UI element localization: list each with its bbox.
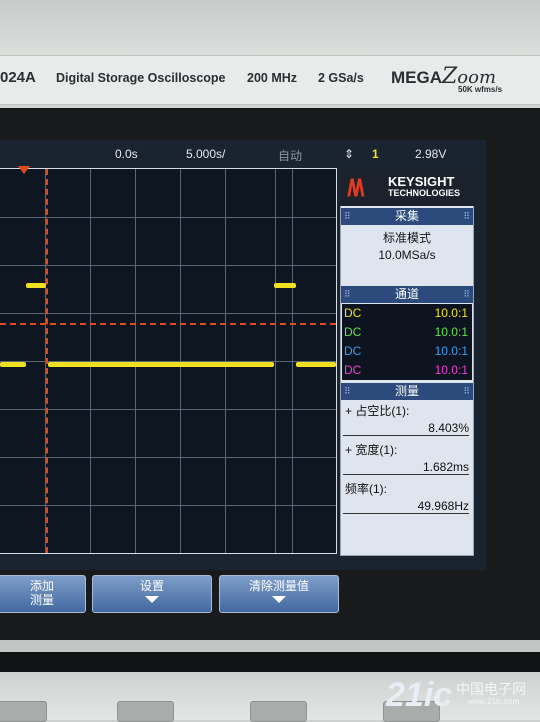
- trigger-edge-icon: ⇕: [344, 147, 355, 161]
- channel-row-1: DC 10.0:1: [342, 304, 472, 323]
- channel-coupling: DC: [344, 325, 362, 339]
- width-value: 1.682ms: [343, 460, 469, 475]
- model-number: 024A: [0, 69, 36, 86]
- clear-measurements-label: 清除测量值: [248, 579, 309, 593]
- channels-header[interactable]: ⠿ 通道 ⠿: [341, 286, 473, 303]
- mega-text: MEGA: [391, 68, 442, 87]
- trigger-level: 2.98V: [415, 147, 447, 161]
- acquire-rate: 10.0MSa/s: [378, 248, 436, 262]
- drag-handle-icon: ⠿: [344, 211, 351, 221]
- measure-header[interactable]: ⠿ 测量 ⠿: [341, 383, 473, 400]
- channel-row-4: DC 10.0:1: [342, 361, 472, 380]
- drag-handle-icon: ⠿: [344, 289, 351, 299]
- drag-handle-icon: ⠿: [463, 386, 470, 396]
- drag-handle-icon: ⠿: [463, 289, 470, 299]
- channel-coupling: DC: [344, 363, 362, 377]
- logo-keysight: KEYSIGHT: [388, 174, 455, 189]
- channel-probe-ratio: 10.0:1: [434, 344, 468, 358]
- channel-probe-ratio: 10.0:1: [434, 306, 468, 320]
- grid-line: [0, 409, 336, 410]
- instrument-description: Digital Storage Oscilloscope: [56, 71, 226, 85]
- settings-label: 设置: [139, 579, 164, 593]
- channel-row-3: DC 10.0:1: [342, 342, 472, 361]
- measure-title: 测量: [394, 384, 419, 398]
- trigger-channel: 1: [372, 147, 379, 161]
- grid-line: [0, 313, 336, 314]
- trigger-position-arrow-icon: [18, 166, 30, 174]
- channel-coupling: DC: [344, 306, 362, 320]
- duty-cycle-value: 8.403%: [343, 421, 469, 436]
- trigger-time-marker: [46, 169, 48, 553]
- trigger-mode: 自动: [278, 149, 303, 163]
- channel1-trace: [26, 283, 46, 288]
- down-arrow-icon: [272, 596, 286, 603]
- watermark-url: www.21ic.com: [468, 697, 520, 706]
- grid-line: [0, 217, 336, 218]
- drag-handle-icon: ⠿: [344, 386, 351, 396]
- add-measurement-softkey[interactable]: 添加 测量: [0, 575, 86, 613]
- channel1-trace: [296, 362, 336, 367]
- time-delay: 0.0s: [115, 147, 138, 161]
- channel-probe-ratio: 10.0:1: [434, 363, 468, 377]
- bezel-lower-edge: [0, 652, 540, 672]
- sample-rate-label: 2 GSa/s: [318, 71, 364, 85]
- frequency-value: 49.968Hz: [343, 499, 469, 514]
- logo-technologies: TECHNOLOGIES: [388, 188, 461, 198]
- front-panel-button[interactable]: [0, 701, 47, 722]
- channel-probe-ratio: 10.0:1: [434, 325, 468, 339]
- timebase: 5.000s/: [186, 147, 226, 161]
- add-measurement-label: 添加 测量: [29, 579, 54, 607]
- waveform-graticule[interactable]: [0, 168, 337, 554]
- megazoom-subtitle: 50K wfms/s: [458, 85, 503, 94]
- drag-handle-icon: ⠿: [463, 211, 470, 221]
- channel-coupling: DC: [344, 344, 362, 358]
- front-panel-button[interactable]: [117, 701, 174, 722]
- watermark-21ic: 21ic: [386, 676, 453, 714]
- bandwidth-label: 200 MHz: [247, 71, 298, 85]
- clear-measurements-softkey[interactable]: 清除测量值: [219, 575, 339, 613]
- duty-cycle-label: + 占空比(1):: [345, 404, 410, 418]
- acquire-mode: 标准模式: [382, 231, 431, 245]
- keysight-wave-icon: /\/\: [347, 175, 365, 202]
- channels-title: 通道: [394, 287, 419, 301]
- down-arrow-icon: [145, 596, 159, 603]
- watermark-cn: 中国电子网: [456, 681, 526, 697]
- channel1-trace: [48, 362, 274, 367]
- grid-line: [0, 505, 336, 506]
- grid-line: [0, 457, 336, 458]
- channel1-trace: [274, 283, 296, 288]
- channel-row-2: DC 10.0:1: [342, 323, 472, 342]
- front-panel-button[interactable]: [250, 701, 307, 722]
- zoom-glyph: Z: [442, 64, 458, 89]
- width-label: + 宽度(1):: [345, 443, 398, 457]
- settings-softkey[interactable]: 设置: [92, 575, 212, 613]
- trigger-level-marker: [0, 323, 336, 325]
- acquire-header[interactable]: ⠿ 采集 ⠿: [341, 208, 473, 225]
- frequency-label: 频率(1):: [345, 482, 388, 496]
- channel1-trace: [0, 362, 26, 367]
- acquire-title: 采集: [394, 209, 419, 223]
- grid-line: [0, 265, 336, 266]
